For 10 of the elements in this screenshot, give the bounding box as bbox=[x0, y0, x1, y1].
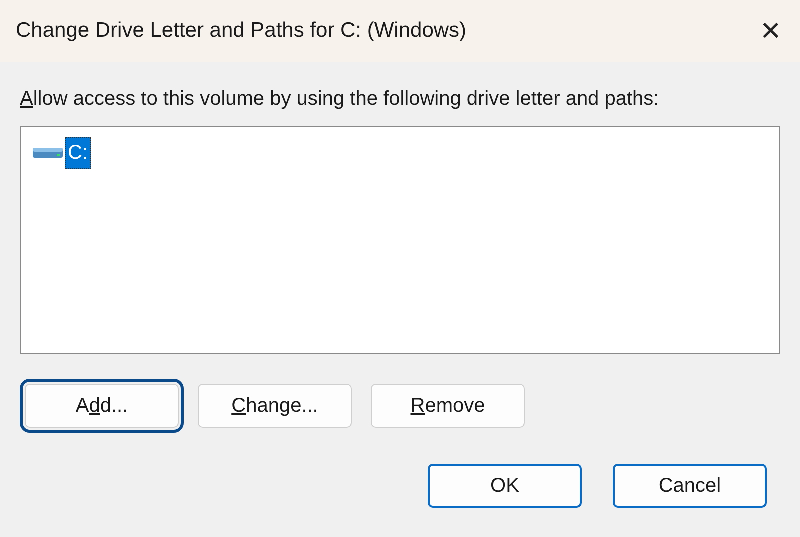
prompt-label: Allow access to this volume by using the following drive letter and paths: bbox=[20, 87, 660, 112]
dialog-button[interactable]: Cancel bbox=[613, 464, 767, 508]
list-item[interactable]: C: bbox=[65, 137, 91, 169]
path-listbox[interactable]: C: bbox=[20, 126, 780, 354]
dialog-button[interactable]: Remove bbox=[371, 384, 525, 428]
drive-icon bbox=[33, 147, 63, 159]
window-title: Change Drive Letter and Paths for C: (Windows) bbox=[16, 18, 467, 44]
dialog-button[interactable]: OK bbox=[428, 464, 582, 508]
dialog-button[interactable]: Change... bbox=[198, 384, 352, 428]
close-button[interactable]: ✕ bbox=[754, 16, 788, 46]
